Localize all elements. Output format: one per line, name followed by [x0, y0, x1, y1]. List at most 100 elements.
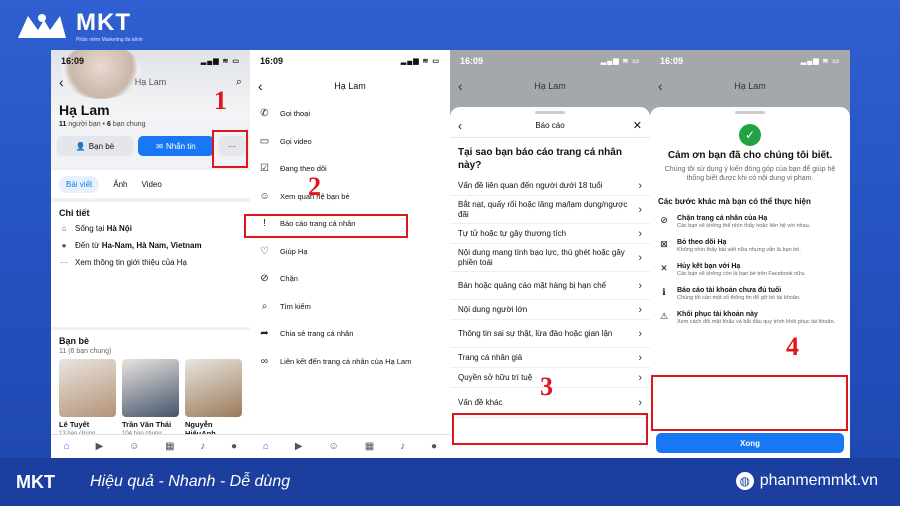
slogan: Hiệu quả - Nhanh - Dễ dùng [90, 473, 291, 490]
detail-text: Đến từ Ha-Nam, Hà Nam, Vietnam [75, 241, 202, 250]
profile-tab-icon[interactable]: ● [231, 441, 237, 452]
chevron-right-icon: › [638, 203, 642, 216]
tab-photos[interactable]: Ảnh [113, 180, 127, 189]
more-icon: ··· [60, 258, 68, 267]
friends-tab-icon[interactable]: ☺ [329, 441, 339, 452]
friend-card[interactable]: Nguyễn HiếuAnh [185, 359, 242, 440]
next-step-item[interactable]: ⊘ Chặn trang cá nhân của Hạ Các bạn sẽ khô… [650, 214, 850, 230]
report-reason-item[interactable]: Nội dung mang tính bạo lực, thù ghét hoặ… [450, 244, 650, 272]
website[interactable]: ◍ phanmemmkt.vn [735, 472, 878, 490]
thanks-title: Cảm ơn bạn đã cho chúng tôi biết. [667, 150, 833, 161]
detail-text[interactable]: Xem thông tin giới thiệu của Hạ [75, 258, 187, 267]
sheet-handle[interactable] [735, 111, 765, 114]
status-bar: 16:09 ▂▄▆ ≋ ▭ [51, 50, 250, 72]
friend-name[interactable]: Lê Tuyết [59, 420, 116, 429]
detail-value: Hà Nội [106, 224, 132, 233]
friend-card[interactable]: Lê Tuyết13 bạn chung [59, 359, 116, 440]
report-question: Tại sao bạn báo cáo trang cá nhân này? [458, 147, 622, 171]
home-tab-icon[interactable]: ⌂ [263, 441, 269, 452]
screen-profile-menu: 16:09 ▂▄▆ ≋ ▭ ‹ Hạ Lam ✆ Gọi thoại ▭ Gọi vi… [250, 50, 450, 458]
friend-card[interactable]: Trần Văn Thái104 bạn chung [122, 359, 179, 440]
next-step-item[interactable]: ⊠ Bỏ theo dõi Hạ Không nhìn thấy bài viết … [650, 238, 850, 254]
highlight-more-button [212, 130, 248, 168]
footer-banner: MKT Hiệu quả - Nhanh - Dễ dùng ◍ phanmemm… [0, 458, 900, 506]
search-icon[interactable]: ⌕ [236, 76, 242, 89]
profile-tab-icon[interactable]: ● [431, 441, 437, 452]
menu-item[interactable]: ♡ Giúp Hạ [258, 238, 442, 266]
back-icon[interactable]: ‹ [458, 78, 463, 94]
detail-value: Ha-Nam, Hà Nam, Vietnam [101, 241, 202, 250]
back-icon[interactable]: ‹ [258, 78, 263, 94]
home-icon: ⌂ [61, 224, 67, 233]
report-reason-item[interactable]: Bắt nạt, quấy rối hoặc lăng mạ/lạm dụng/… [450, 196, 650, 224]
next-step-title: Hủy kết bạn với Hạ [677, 263, 741, 270]
menu-item[interactable]: ✆ Gọi thoại [258, 100, 442, 128]
report-reason-item[interactable]: Nội dung người lớn › [450, 300, 650, 320]
menu-item[interactable]: ▭ Gọi video [258, 128, 442, 156]
report-reason-item[interactable]: Bán hoặc quảng cáo mặt hàng bị hạn chế › [450, 272, 650, 300]
signal-icon: ▂▄▆ ≋ ▭ [400, 58, 440, 65]
menu-item[interactable]: ∞ Liên kết đến trang cá nhân của Hạ Lam [258, 348, 442, 376]
next-step-text: Chặn trang cá nhân của Hạ Các bạn sẽ khôn… [677, 214, 810, 230]
friend-photo[interactable] [59, 359, 116, 417]
next-step-item[interactable]: ✕ Hủy kết bạn với Hạ Các bạn sẽ không còn … [650, 262, 850, 278]
detail-label: Xem thông tin giới thiệu của Hạ [75, 258, 187, 267]
notifications-tab-icon[interactable]: ♪ [200, 441, 205, 452]
header-title: Hạ Lam [134, 77, 167, 87]
steps-list: ⊘ Chặn trang cá nhân của Hạ Các bạn sẽ khô… [650, 214, 850, 326]
next-step-item[interactable]: ⚠ Khôi phục tài khoản này Xem cách đổi mật… [650, 310, 850, 326]
mutual-count: 6 [106, 121, 111, 128]
signal-icon: ▂▄▆ ≋ ▭ [600, 58, 640, 65]
report-reason-item[interactable]: Vấn đề liên quan đến người dưới 18 tuổi › [450, 176, 650, 196]
footer-logo: MKT [16, 471, 55, 492]
next-step-item[interactable]: ℹ Báo cáo tài khoản chưa đủ tuổi Chúng tôi… [650, 286, 850, 302]
next-step-text: Khôi phục tài khoản này Xem cách đổi mật … [677, 310, 835, 326]
share-icon: ➦ [260, 328, 269, 340]
back-icon[interactable]: ‹ [59, 74, 64, 90]
report-reason-item[interactable]: Trang cá nhân giả › [450, 348, 650, 368]
back-icon[interactable]: ‹ [658, 78, 663, 94]
friends-title: Bạn bè [59, 336, 90, 346]
video-tab-icon[interactable]: ▶ [295, 441, 303, 452]
header-title: Hạ Lam [334, 81, 366, 91]
menu-item[interactable]: ➦ Chia sẻ trang cá nhân [258, 320, 442, 348]
next-step-desc: Xem cách đổi mật khẩu và bắt đầu quy trì… [677, 319, 836, 325]
menu-item-label: Chia sẻ trang cá nhân [280, 329, 354, 339]
status-time: 16:09 [260, 56, 284, 66]
block-icon: ⊘ [260, 273, 269, 285]
report-reason-item[interactable]: Thông tin sai sự thật, lừa đảo hoặc gian… [450, 320, 650, 348]
menu-item[interactable]: ⊘ Chặn [258, 265, 442, 293]
menu-item[interactable]: ☑ Đang theo dõi [258, 155, 442, 183]
video-tab-icon[interactable]: ▶ [96, 441, 104, 452]
home-tab-icon[interactable]: ⌂ [64, 441, 70, 452]
message-button[interactable]: ✉ Nhắn tin [138, 136, 214, 156]
help-icon: ♡ [260, 245, 269, 257]
friends-button[interactable]: 👤 Bạn bè [57, 136, 133, 156]
globe-icon: ◍ [735, 472, 754, 490]
tab-posts[interactable]: Bài viết [59, 175, 100, 193]
market-tab-icon[interactable]: ▦ [365, 441, 374, 452]
report-reason-label: Bán hoặc quảng cáo mặt hàng bị hạn chế [458, 280, 607, 290]
brand-tagline: Phần mềm Marketing đa kênh [76, 37, 143, 43]
friend-photo[interactable] [185, 359, 242, 417]
status-bar: 16:09 ▂▄▆ ≋ ▭ [250, 50, 450, 72]
friend-photo[interactable] [122, 359, 179, 417]
chevron-right-icon: › [638, 279, 642, 292]
tab-videos[interactable]: Video [141, 180, 161, 189]
friend-name[interactable]: Trần Văn Thái [122, 420, 179, 429]
market-tab-icon[interactable]: ▦ [165, 441, 174, 452]
close-icon[interactable]: ✕ [633, 119, 642, 132]
next-step-desc: Chúng tôi cần một số thông tin để gỡ bỏ … [677, 295, 801, 301]
menu-item[interactable]: ☺ Xem quan hệ bạn bè [258, 183, 442, 211]
notifications-tab-icon[interactable]: ♪ [400, 441, 405, 452]
back-icon[interactable]: ‹ [458, 119, 462, 133]
done-button[interactable]: Xong [656, 433, 844, 453]
menu-item[interactable]: ⌕ Tìm kiếm [258, 293, 442, 321]
report-reason-item[interactable]: Tự tử hoặc tự gây thương tích › [450, 224, 650, 244]
report-reason-label: Vấn đề liên quan đến người dưới 18 tuổi [458, 180, 603, 190]
brand-name: MKT [76, 9, 131, 36]
next-step-desc: Các bạn sẽ không thể nhìn thấy hoặc liên… [677, 223, 811, 229]
menu-item-label: Gọi thoại [280, 109, 311, 119]
next-step-text: Báo cáo tài khoản chưa đủ tuổi Chúng tôi … [677, 286, 800, 302]
friends-tab-icon[interactable]: ☺ [129, 441, 139, 452]
